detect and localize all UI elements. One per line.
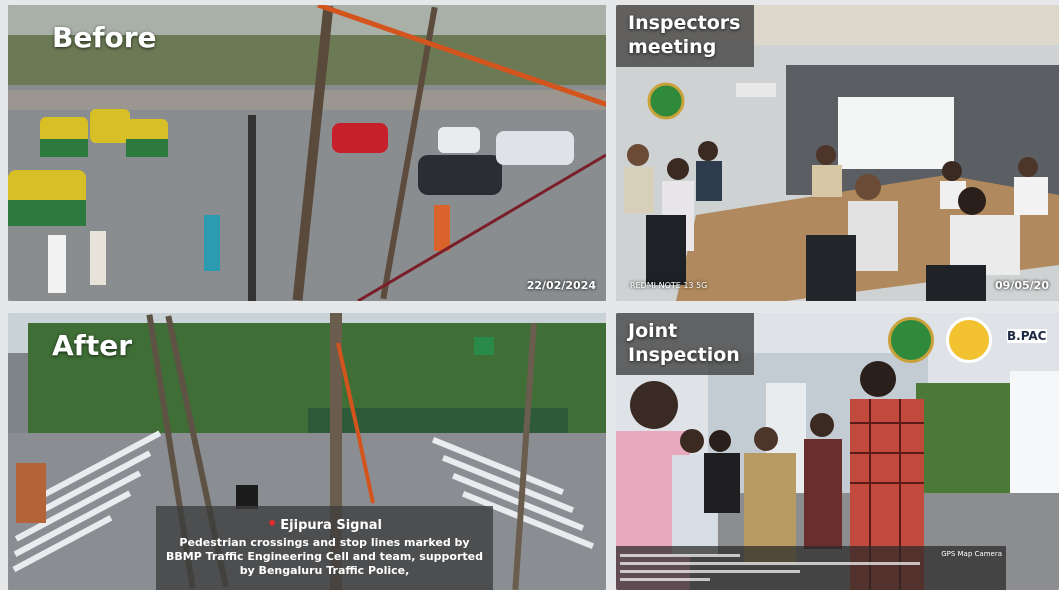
- gps-text-line: [620, 570, 800, 573]
- location-description: Pedestrian crossings and stop lines mark…: [165, 536, 483, 577]
- before-label: Before: [52, 21, 157, 54]
- meeting-label: Inspectors meeting: [616, 5, 755, 67]
- before-date-stamp: 22/02/2024: [526, 279, 596, 292]
- after-photo: After • Ejipura Signal Pedestrian crossin…: [8, 313, 606, 590]
- emblem-logo: [888, 317, 934, 363]
- after-label: After: [52, 329, 133, 362]
- joint-inspection-label: Joint Inspection: [616, 313, 754, 375]
- location-pin-icon: •: [267, 514, 278, 533]
- gps-info-overlay: GPS Map Camera: [616, 546, 1006, 590]
- meeting-date-stamp: 09/05/20: [995, 279, 1049, 292]
- gps-camera-tag: GPS Map Camera: [941, 550, 1002, 558]
- gps-text-line: [620, 554, 740, 557]
- gps-text-line: [620, 562, 920, 565]
- bpac-logo-text: B.PAC: [1007, 329, 1047, 343]
- joint-inspection-photo: Joint Inspection B.PAC GPS Map Camera: [616, 313, 1059, 590]
- location-caption: • Ejipura Signal Pedestrian crossings and…: [156, 506, 493, 590]
- meeting-photo: Inspectors meeting REDMI NOTE 13 5G 09/0…: [616, 5, 1059, 301]
- gps-text-line: [620, 578, 710, 581]
- location-name: Ejipura Signal: [280, 518, 382, 533]
- crest-logo: [946, 317, 992, 363]
- location-line: • Ejipura Signal: [156, 514, 493, 533]
- before-photo: Before 22/02/2024: [8, 5, 606, 301]
- camera-watermark: REDMI NOTE 13 5G: [630, 281, 708, 290]
